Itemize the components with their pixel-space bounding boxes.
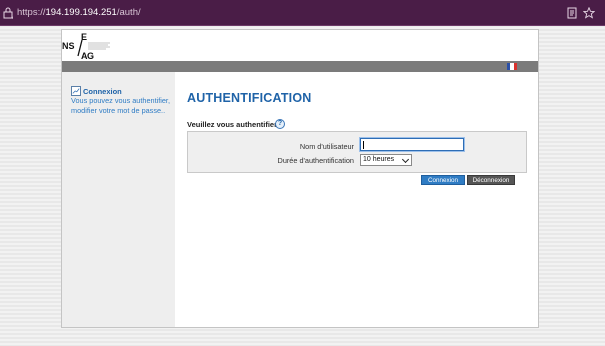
- header-banner: [175, 30, 538, 61]
- main-content: AUTHENTIFICATION Veuillez vous authentif…: [175, 72, 538, 327]
- username-label: Nom d'utilisateur: [299, 142, 354, 151]
- sidebar-description: Vous pouvez vous authentifier, modifier …: [71, 96, 170, 115]
- logout-button[interactable]: Déconnexion: [467, 175, 515, 185]
- login-form: Nom d'utilisateur Durée d'authentificati…: [187, 131, 527, 173]
- help-icon[interactable]: ?: [275, 119, 285, 129]
- url-host: 194.199.194.251: [45, 7, 117, 18]
- logo-letters-ns: NS: [62, 41, 75, 51]
- logo-letter-g: G: [87, 51, 94, 61]
- chart-icon: [71, 86, 81, 96]
- bookmark-star-icon[interactable]: [583, 7, 595, 19]
- reader-mode-icon[interactable]: [566, 7, 578, 19]
- form-title: Veuillez vous authentifier: [187, 120, 278, 129]
- text-cursor: [363, 141, 364, 149]
- login-button[interactable]: Connexion: [421, 175, 465, 185]
- chevron-down-icon: [401, 155, 410, 164]
- url-text[interactable]: https://194.199.194.251/auth/: [17, 7, 141, 18]
- url-bar[interactable]: https://194.199.194.251/auth/: [0, 0, 605, 26]
- duration-label: Durée d'authentification: [277, 156, 354, 165]
- duration-select[interactable]: 10 heures: [360, 154, 412, 166]
- username-input[interactable]: [359, 137, 465, 152]
- auth-page-frame: E NS A G Connexion Vous pouvez vous auth…: [61, 29, 539, 328]
- url-path: /auth/: [116, 7, 141, 18]
- fr-flag-icon[interactable]: [507, 63, 517, 70]
- duration-selected-value: 10 heures: [363, 156, 395, 163]
- sidebar: Connexion Vous pouvez vous authentifier,…: [62, 72, 175, 327]
- logo: E NS A G: [62, 30, 175, 61]
- sidebar-title-connexion[interactable]: Connexion: [83, 87, 122, 96]
- ensag-logo: E NS A G: [62, 32, 110, 61]
- lock-warning-icon[interactable]: [3, 7, 13, 19]
- url-scheme: https://: [17, 7, 46, 18]
- header-bar: [62, 61, 538, 72]
- page-title: AUTHENTIFICATION: [187, 91, 312, 105]
